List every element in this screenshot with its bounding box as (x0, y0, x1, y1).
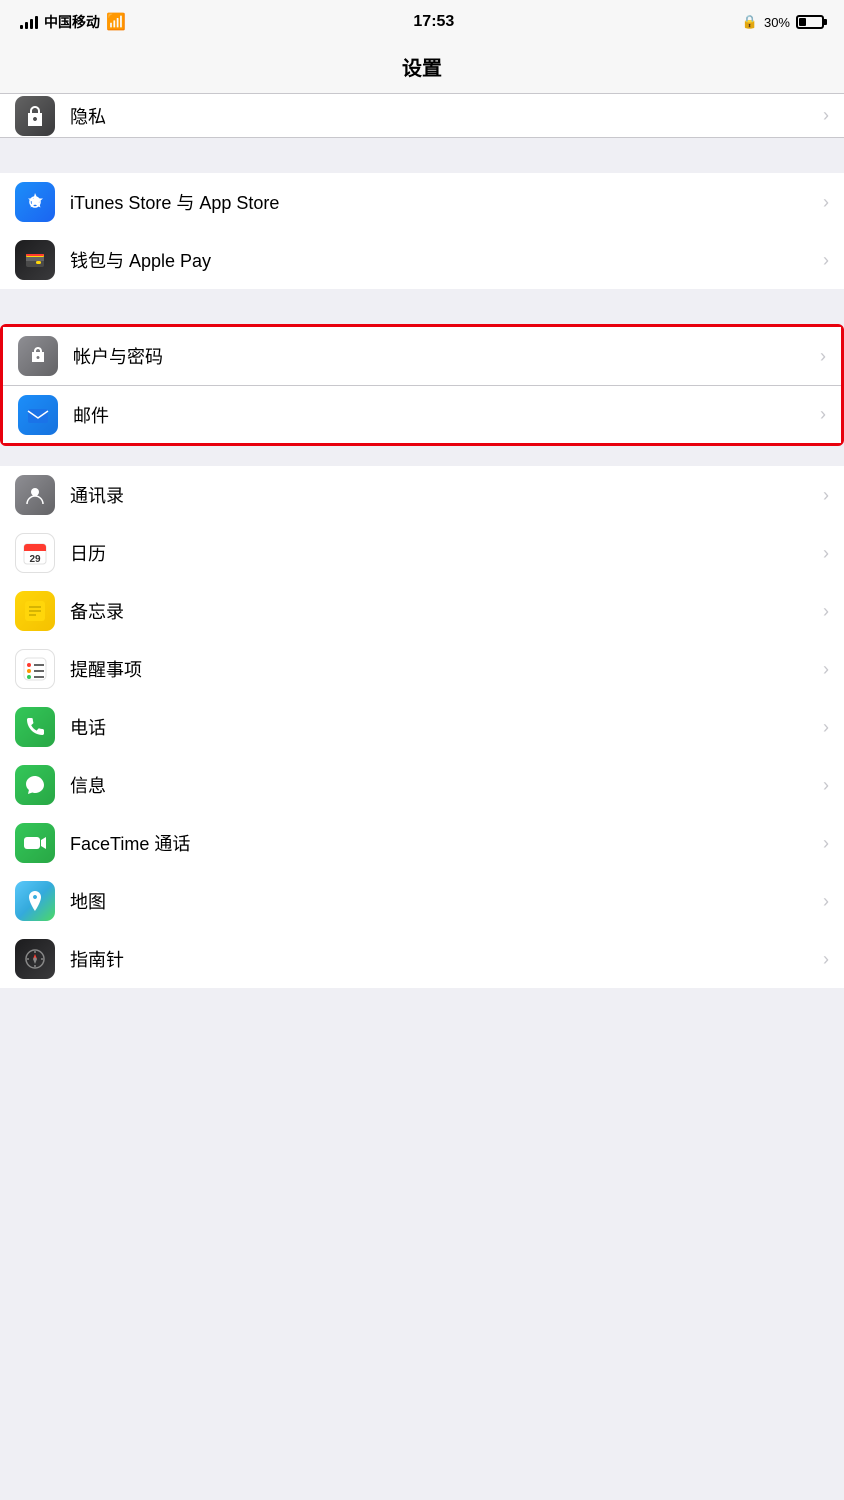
battery-percent: 30% (764, 15, 790, 30)
wallet-label: 钱包与 Apple Pay (70, 247, 818, 273)
reminders-chevron: › (823, 659, 829, 680)
facetime-cell[interactable]: FaceTime 通话 › (0, 814, 844, 872)
status-left: 中国移动 📶 (20, 12, 126, 32)
signal-bars-icon (20, 15, 38, 29)
notes-label: 备忘录 (70, 598, 818, 624)
maps-label: 地图 (70, 888, 818, 914)
messages-chevron: › (823, 775, 829, 796)
reminders-icon (15, 649, 55, 689)
privacy-cell[interactable]: 隐私 › (0, 94, 844, 138)
compass-icon (15, 939, 55, 979)
notes-icon (15, 591, 55, 631)
mail-chevron: › (820, 404, 826, 425)
accounts-label: 帐户与密码 (73, 343, 815, 369)
mail-icon (18, 395, 58, 435)
highlighted-group: 帐户与密码 › 邮件 › (0, 324, 844, 446)
itunes-chevron: › (823, 192, 829, 213)
calendar-icon: 29 (15, 533, 55, 573)
facetime-label: FaceTime 通话 (70, 830, 818, 856)
messages-cell[interactable]: 信息 › (0, 756, 844, 814)
compass-label: 指南针 (70, 946, 818, 972)
maps-icon (15, 881, 55, 921)
phone-chevron: › (823, 717, 829, 738)
group-divider-1 (0, 138, 844, 173)
page-title-bar: 设置 (0, 44, 844, 94)
group-divider-2 (0, 289, 844, 324)
maps-cell[interactable]: 地图 › (0, 872, 844, 930)
status-right: 🔒 30% (742, 14, 824, 30)
maps-chevron: › (823, 891, 829, 912)
messages-icon (15, 765, 55, 805)
privacy-icon (15, 96, 55, 136)
mail-label: 邮件 (73, 402, 815, 428)
facetime-icon (15, 823, 55, 863)
status-bar: 中国移动 📶 17:53 🔒 30% (0, 0, 844, 44)
wallet-icon (15, 240, 55, 280)
messages-label: 信息 (70, 772, 818, 798)
svg-text:29: 29 (29, 554, 41, 565)
calendar-chevron: › (823, 543, 829, 564)
settings-container: 隐私 › iTunes Store 与 App Store › (0, 94, 844, 988)
passwords-icon (18, 336, 58, 376)
calendar-cell[interactable]: 29 日历 › (0, 524, 844, 582)
appstore-icon (15, 182, 55, 222)
contacts-icon (15, 475, 55, 515)
battery-icon (796, 15, 824, 29)
phone-label: 电话 (70, 714, 818, 740)
wallet-cell[interactable]: 钱包与 Apple Pay › (0, 231, 844, 289)
itunes-label: iTunes Store 与 App Store (70, 189, 818, 215)
group-divider-3 (0, 446, 844, 466)
accounts-cell[interactable]: 帐户与密码 › (3, 327, 841, 385)
page-title: 设置 (402, 58, 442, 80)
contacts-chevron: › (823, 485, 829, 506)
facetime-chevron: › (823, 833, 829, 854)
compass-cell[interactable]: 指南针 › (0, 930, 844, 988)
accounts-chevron: › (820, 346, 826, 367)
notes-chevron: › (823, 601, 829, 622)
contacts-label: 通讯录 (70, 482, 818, 508)
phone-icon (15, 707, 55, 747)
privacy-label: 隐私 (70, 103, 818, 129)
privacy-chevron: › (823, 105, 829, 126)
compass-chevron: › (823, 949, 829, 970)
lock-icon: 🔒 (742, 14, 758, 30)
mail-cell[interactable]: 邮件 › (3, 385, 841, 443)
wifi-icon: 📶 (106, 12, 126, 32)
carrier-label: 中国移动 (44, 12, 100, 32)
settings-group-1: iTunes Store 与 App Store › 钱包与 Apple Pay… (0, 173, 844, 289)
settings-group-3: 通讯录 › 29 日历 › (0, 466, 844, 988)
calendar-label: 日历 (70, 540, 818, 566)
contacts-cell[interactable]: 通讯录 › (0, 466, 844, 524)
itunes-cell[interactable]: iTunes Store 与 App Store › (0, 173, 844, 231)
reminders-label: 提醒事项 (70, 656, 818, 682)
phone-cell[interactable]: 电话 › (0, 698, 844, 756)
notes-cell[interactable]: 备忘录 › (0, 582, 844, 640)
time-label: 17:53 (413, 13, 454, 31)
reminders-cell[interactable]: 提醒事项 › (0, 640, 844, 698)
wallet-chevron: › (823, 250, 829, 271)
